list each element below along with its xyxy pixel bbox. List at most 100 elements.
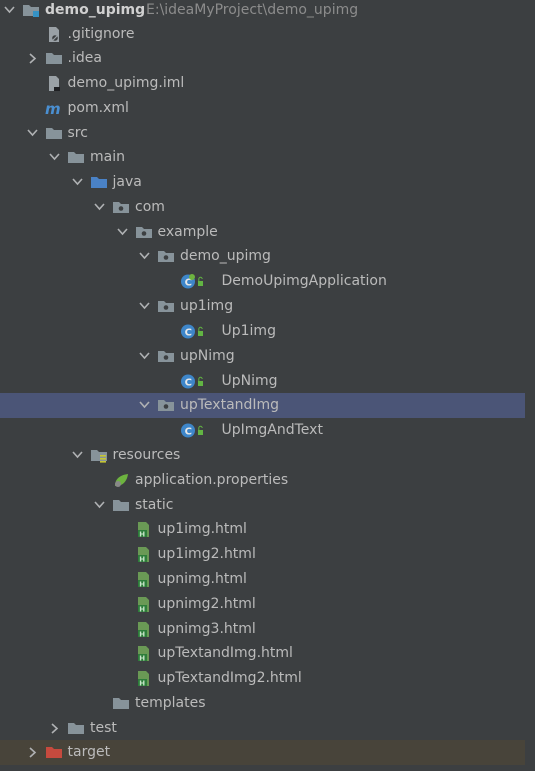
tree-item-label: upTextandImg bbox=[180, 397, 280, 413]
tree-row-upnimg[interactable]: C UpNimg bbox=[0, 369, 525, 394]
tree-item-label: .gitignore bbox=[67, 26, 135, 42]
tree-item-label: up1img2.html bbox=[157, 546, 256, 562]
tree-row-up1img2-html[interactable]: Hup1img2.html bbox=[0, 542, 525, 567]
tree-row-uptextandimg2-html[interactable]: HupTextandImg2.html bbox=[0, 666, 525, 691]
tree-row-static[interactable]: static bbox=[0, 493, 525, 518]
tree-row-demoupimgapplication[interactable]: C DemoUpimgApplication bbox=[0, 269, 525, 294]
chevron-down-icon[interactable] bbox=[26, 128, 38, 139]
tree-item-label: pom.xml bbox=[67, 100, 129, 116]
tree-row-demo-upimg[interactable]: demo_upimg bbox=[0, 244, 525, 269]
tree-item-label: upNimg bbox=[180, 348, 235, 364]
tree-item-label: resources bbox=[112, 447, 181, 463]
module-folder-icon bbox=[22, 2, 40, 19]
tree-row-upnimg2-html[interactable]: Hupnimg2.html bbox=[0, 592, 525, 617]
maven-icon: m bbox=[45, 100, 63, 117]
tree-item-label: main bbox=[90, 149, 125, 165]
tree-item-label: DemoUpimgApplication bbox=[221, 273, 387, 289]
tree-row-up1img[interactable]: up1img bbox=[0, 294, 525, 319]
package-icon bbox=[112, 199, 130, 216]
tree-item-label: java bbox=[112, 174, 142, 190]
svg-text:H: H bbox=[139, 654, 145, 662]
tree-item-label: UpImgAndText bbox=[221, 422, 323, 438]
tree-row-gitignore[interactable]: .gitignore bbox=[0, 22, 525, 47]
tree-row-main[interactable]: main bbox=[0, 145, 525, 170]
tree-item-label: up1img bbox=[180, 298, 234, 314]
svg-text:C: C bbox=[184, 378, 191, 389]
tree-row-demo-upimg-iml[interactable]: demo_upimg.iml bbox=[0, 71, 525, 96]
svg-text:H: H bbox=[139, 679, 145, 687]
chevron-down-icon[interactable] bbox=[94, 500, 105, 511]
tree-item-label: application.properties bbox=[135, 472, 289, 488]
svg-text:H: H bbox=[139, 605, 145, 613]
chevron-down-icon[interactable] bbox=[71, 450, 83, 461]
tree-item-label: upnimg.html bbox=[157, 571, 247, 587]
tree-item-label: upnimg2.html bbox=[157, 596, 256, 612]
html-file-icon: H bbox=[135, 596, 153, 613]
tree-row-uptextandimg-html[interactable]: HupTextandImg.html bbox=[0, 641, 525, 666]
chevron-down-icon[interactable] bbox=[4, 5, 15, 16]
tree-item-label: src bbox=[67, 125, 88, 141]
tree-row-resources[interactable]: resources bbox=[0, 443, 525, 468]
chevron-right-icon[interactable] bbox=[28, 53, 37, 64]
tree-row-up1img[interactable]: C Up1img bbox=[0, 319, 525, 344]
scrollbar-track[interactable] bbox=[525, 0, 535, 771]
folder-icon bbox=[45, 50, 63, 67]
tree-row-upnimg[interactable]: upNimg bbox=[0, 344, 525, 369]
tree-row-application-properties[interactable]: application.properties bbox=[0, 468, 525, 493]
tree-item-label: upnimg3.html bbox=[157, 621, 256, 637]
spring-boot-class-icon: C bbox=[180, 273, 203, 290]
svg-text:H: H bbox=[139, 555, 145, 563]
tree-row-upnimg-html[interactable]: Hupnimg.html bbox=[0, 567, 525, 592]
chevron-right-icon[interactable] bbox=[28, 747, 37, 758]
tree-row-upimgandtext[interactable]: C UpImgAndText bbox=[0, 418, 525, 443]
chevron-down-icon[interactable] bbox=[94, 202, 105, 213]
tree-item-label: Up1img bbox=[221, 323, 276, 339]
svg-text:C: C bbox=[184, 328, 191, 339]
chevron-down-icon[interactable] bbox=[139, 251, 150, 262]
tree-item-label: example bbox=[157, 224, 218, 240]
package-icon bbox=[157, 298, 175, 315]
folder-icon bbox=[112, 695, 130, 712]
html-file-icon: H bbox=[135, 670, 153, 687]
package-icon bbox=[135, 224, 153, 241]
class-icon: C bbox=[180, 373, 203, 390]
chevron-down-icon[interactable] bbox=[139, 351, 150, 362]
tree-row-test[interactable]: test bbox=[0, 716, 525, 741]
tree-item-label: demo_upimg bbox=[45, 2, 146, 18]
tree-row-templates[interactable]: templates bbox=[0, 691, 525, 716]
excluded-folder-icon bbox=[45, 744, 63, 761]
tree-item-label: up1img.html bbox=[157, 521, 247, 537]
resources-folder-icon bbox=[90, 447, 108, 464]
source-folder-icon bbox=[90, 174, 108, 191]
chevron-down-icon[interactable] bbox=[139, 400, 150, 411]
tree-row-upnimg3-html[interactable]: Hupnimg3.html bbox=[0, 617, 525, 642]
tree-row-java[interactable]: java bbox=[0, 170, 525, 195]
tree-item-label: com bbox=[135, 199, 165, 215]
chevron-down-icon[interactable] bbox=[139, 301, 150, 312]
tree-row-demo-upimg[interactable]: demo_upimg E:\ideaMyProject\demo_upimg bbox=[0, 0, 525, 23]
folder-icon bbox=[45, 125, 63, 142]
tree-row-uptextandimg[interactable]: upTextandImg bbox=[0, 393, 525, 418]
tree-row-up1img-html[interactable]: Hup1img.html bbox=[0, 517, 525, 542]
class-icon: C bbox=[180, 422, 203, 439]
chevron-down-icon[interactable] bbox=[71, 177, 83, 188]
tree-item-label: target bbox=[67, 744, 111, 760]
project-path: E:\ideaMyProject\demo_upimg bbox=[146, 2, 359, 18]
tree-row-target[interactable]: target bbox=[0, 740, 525, 765]
tree-row-src[interactable]: src bbox=[0, 121, 525, 146]
chevron-down-icon[interactable] bbox=[49, 152, 60, 163]
tree-item-label: upTextandImg2.html bbox=[157, 670, 302, 686]
tree-row-com[interactable]: com bbox=[0, 195, 525, 220]
class-icon: C bbox=[180, 323, 203, 340]
tree-item-label: upTextandImg.html bbox=[157, 645, 293, 661]
iml-file-icon bbox=[45, 75, 63, 92]
tree-row-pom-xml[interactable]: m pom.xml bbox=[0, 96, 525, 121]
tree-row-example[interactable]: example bbox=[0, 220, 525, 245]
package-icon bbox=[157, 248, 175, 265]
tree-row-idea[interactable]: .idea bbox=[0, 46, 525, 71]
html-file-icon: H bbox=[135, 521, 153, 538]
chevron-down-icon[interactable] bbox=[116, 227, 128, 238]
chevron-right-icon[interactable] bbox=[50, 723, 59, 734]
package-icon bbox=[157, 348, 175, 365]
folder-icon bbox=[67, 720, 85, 737]
